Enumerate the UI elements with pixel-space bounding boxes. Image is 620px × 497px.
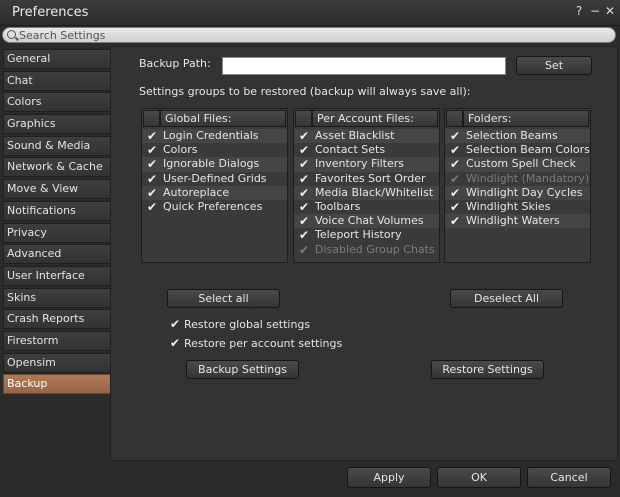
tab-advanced[interactable]: Advanced: [3, 244, 111, 265]
backup-path-input[interactable]: [222, 57, 506, 75]
tab-opensim[interactable]: Opensim: [3, 352, 111, 373]
list-item[interactable]: ✔ Asset Blacklist: [294, 129, 439, 144]
tab-sound-media[interactable]: Sound & Media: [3, 135, 111, 156]
tab-colors[interactable]: Colors: [3, 92, 111, 113]
checkmark-icon: ✔: [299, 129, 310, 143]
checkmark-icon: ✔: [147, 185, 158, 200]
checkmark-icon: ✔: [147, 143, 158, 158]
tab-privacy[interactable]: Privacy: [3, 222, 111, 243]
list-item: ✔ Disabled Group Chats: [299, 242, 435, 257]
deselect-all-button[interactable]: Deselect All: [450, 289, 563, 308]
tab-notifications[interactable]: Notifications: [3, 200, 111, 221]
checkmark-icon: ✔: [170, 336, 181, 350]
tab-network-cache[interactable]: Network & Cache: [3, 157, 111, 178]
backup-path-label: Backup Path:: [139, 57, 211, 70]
checkmark-icon: ✔: [450, 171, 461, 186]
checkmark-icon: ✔: [450, 129, 461, 143]
tab-chat[interactable]: Chat: [3, 70, 111, 91]
restore-account-checkbox[interactable]: ✔ Restore per account settings: [170, 336, 342, 350]
checkmark-icon: ✔: [147, 171, 158, 186]
minimize-icon[interactable]: −: [588, 4, 602, 18]
list-item[interactable]: ✔ Selection Beam Colors: [445, 143, 590, 157]
tab-graphics[interactable]: Graphics: [3, 114, 111, 135]
list-item[interactable]: ✔ Colors: [142, 143, 287, 157]
checkmark-icon: ✔: [299, 171, 310, 186]
list-item[interactable]: ✔ Windlight Skies: [445, 200, 590, 214]
tab-move-view[interactable]: Move & View: [3, 179, 111, 200]
tab-skins[interactable]: Skins: [3, 287, 111, 308]
checkmark-icon: ✔: [299, 185, 310, 200]
list-item[interactable]: ✔ Teleport History: [294, 228, 439, 242]
set-button[interactable]: Set: [516, 56, 592, 75]
checkmark-icon: ✔: [299, 242, 310, 257]
checkmark-icon: ✔: [147, 129, 158, 143]
checkmark-icon: ✔: [299, 228, 310, 243]
list-item[interactable]: ✔ Media Black/Whitelist: [294, 185, 439, 200]
search-input[interactable]: [19, 28, 609, 42]
folders-header: Folders:: [445, 109, 590, 128]
list-item[interactable]: ✔ Custom Spell Check: [445, 157, 590, 172]
tab-user-interface[interactable]: User Interface: [3, 265, 111, 286]
checkmark-icon: ✔: [450, 185, 461, 200]
restore-global-checkbox[interactable]: ✔ Restore global settings: [170, 317, 310, 331]
account-files-header: Per Account Files:: [294, 109, 439, 128]
list-item[interactable]: ✔ Favorites Sort Order: [294, 172, 439, 186]
checkmark-icon: ✔: [450, 143, 461, 158]
checkmark-icon: ✔: [147, 157, 158, 172]
account-select-checkbox[interactable]: [295, 110, 312, 127]
account-files-title: Per Account Files:: [312, 110, 438, 127]
search-bar: [2, 27, 616, 43]
apply-button[interactable]: Apply: [347, 467, 431, 488]
checkmark-icon: ✔: [299, 199, 310, 214]
sidebar: General Chat Colors Graphics Sound & Med…: [3, 49, 111, 396]
folders-title: Folders:: [463, 110, 589, 127]
restore-settings-button[interactable]: Restore Settings: [431, 360, 544, 379]
global-select-checkbox[interactable]: [143, 110, 160, 127]
checkmark-icon: ✔: [450, 214, 461, 229]
list-item[interactable]: ✔ Windlight Day Cycles: [445, 185, 590, 200]
window-title: Preferences: [12, 5, 89, 20]
ok-button[interactable]: OK: [437, 467, 521, 488]
account-files-list: Per Account Files: ✔ Asset Blacklist ✔ Con…: [293, 108, 440, 263]
list-item[interactable]: ✔ Autoreplace: [142, 185, 287, 200]
folders-list: Folders: ✔ Selection Beams ✔ Selection Bea…: [444, 108, 591, 263]
list-item[interactable]: ✔ Selection Beams: [445, 129, 590, 144]
select-all-button[interactable]: Select all: [167, 289, 280, 308]
list-item[interactable]: ✔ Voice Chat Volumes: [294, 214, 439, 229]
global-files-list: Global Files: ✔ Login Credentials ✔ Colors…: [141, 108, 288, 263]
groups-label: Settings groups to be restored (backup w…: [139, 85, 471, 98]
tab-firestorm[interactable]: Firestorm: [3, 330, 111, 351]
tab-backup[interactable]: Backup: [3, 374, 111, 395]
global-files-header: Global Files:: [142, 109, 287, 128]
checkmark-icon: ✔: [147, 199, 158, 214]
title-bar: Preferences ? − ✕: [0, 0, 620, 26]
list-item[interactable]: ✔ Ignorable Dialogs: [142, 157, 287, 172]
help-icon[interactable]: ?: [572, 4, 586, 18]
checkmark-icon: ✔: [299, 214, 310, 229]
checkmark-icon: ✔: [299, 157, 310, 172]
checkmark-icon: ✔: [170, 317, 181, 331]
list-item[interactable]: ✔ User-Defined Grids: [142, 172, 287, 186]
checkmark-icon: ✔: [299, 143, 310, 158]
list-item[interactable]: ✔ Contact Sets: [294, 143, 439, 157]
tab-crash-reports[interactable]: Crash Reports: [3, 309, 111, 330]
list-item[interactable]: ✔ Windlight Waters: [445, 214, 590, 229]
backup-settings-button[interactable]: Backup Settings: [186, 360, 299, 379]
checkmark-icon: ✔: [450, 199, 461, 214]
cancel-button[interactable]: Cancel: [527, 467, 611, 488]
global-files-title: Global Files:: [160, 110, 286, 127]
close-icon[interactable]: ✕: [603, 4, 617, 18]
list-item[interactable]: ✔ Quick Preferences: [142, 200, 287, 214]
search-icon: [7, 30, 16, 39]
checkmark-icon: ✔: [450, 157, 461, 172]
list-item: ✔ Windlight (Mandatory): [450, 171, 590, 186]
list-item[interactable]: ✔ Toolbars: [294, 200, 439, 214]
list-item[interactable]: ✔ Inventory Filters: [294, 157, 439, 172]
folders-select-checkbox[interactable]: [446, 110, 463, 127]
list-item[interactable]: ✔ Login Credentials: [142, 129, 287, 144]
tab-general[interactable]: General: [3, 49, 111, 69]
